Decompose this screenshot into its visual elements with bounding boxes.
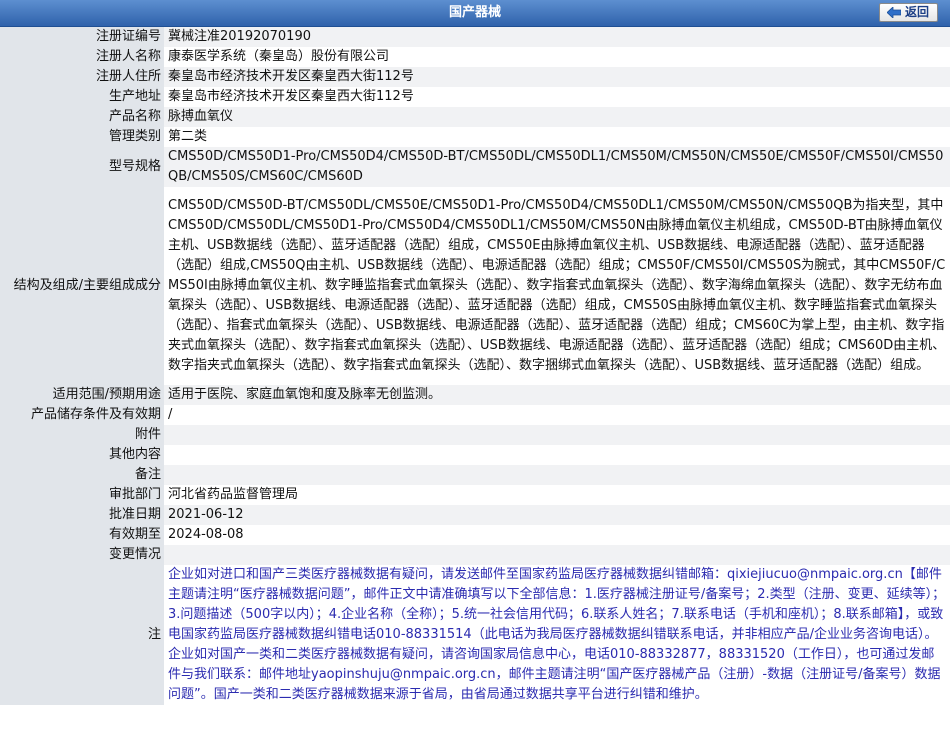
info-row: 适用范围/预期用途 适用于医院、家庭血氧饱和度及脉率无创监测。: [0, 385, 950, 405]
info-row: 生产地址 秦皇岛市经济技术开发区秦皇西大街112号: [0, 87, 950, 107]
field-value: /: [164, 405, 950, 425]
back-button-label: 返回: [905, 5, 930, 19]
info-row: 变更情况: [0, 545, 950, 565]
field-label: 管理类别: [0, 127, 164, 147]
field-label: 注册证编号: [0, 27, 164, 47]
back-arrow-icon: [887, 7, 901, 18]
field-label: 产品名称: [0, 107, 164, 127]
info-row: 有效期至 2024-08-08: [0, 525, 950, 545]
back-button[interactable]: 返回: [879, 3, 938, 22]
field-label: 批准日期: [0, 505, 164, 525]
field-label: 生产地址: [0, 87, 164, 107]
field-label: 产品储存条件及有效期: [0, 405, 164, 425]
field-value: 秦皇岛市经济技术开发区秦皇西大街112号: [164, 67, 950, 87]
device-info-rows: 注册证编号 冀械注准20192070190 注册人名称 康泰医学系统（秦皇岛）股份有限…: [0, 27, 950, 705]
info-row: 附件: [0, 425, 950, 445]
field-label: 注册人住所: [0, 67, 164, 87]
info-row: 型号规格 CMS50D/CMS50D1-Pro/CMS50D4/CMS50D-BT…: [0, 147, 950, 187]
info-row: 产品名称 脉搏血氧仪: [0, 107, 950, 127]
field-value: [164, 445, 950, 465]
field-value: [164, 425, 950, 445]
field-value: [164, 465, 950, 485]
field-label: 结构及组成/主要组成成分: [0, 187, 164, 385]
info-row: 注册人住所 秦皇岛市经济技术开发区秦皇西大街112号: [0, 67, 950, 87]
field-label: 注册人名称: [0, 47, 164, 67]
info-row: 注册证编号 冀械注准20192070190: [0, 27, 950, 47]
info-row: 注册人名称 康泰医学系统（秦皇岛）股份有限公司: [0, 47, 950, 67]
field-value: [164, 545, 950, 565]
info-row: 结构及组成/主要组成成分 CMS50D/CMS50D-BT/CMS50DL/CMS…: [0, 187, 950, 385]
field-value: 2024-08-08: [164, 525, 950, 545]
info-row: 备注: [0, 465, 950, 485]
page-title: 国产器械: [448, 5, 501, 20]
field-label: 有效期至: [0, 525, 164, 545]
field-label: 适用范围/预期用途: [0, 385, 164, 405]
field-label: 变更情况: [0, 545, 164, 565]
field-label: 型号规格: [0, 147, 164, 187]
field-value: 第二类: [164, 127, 950, 147]
field-label: 其他内容: [0, 445, 164, 465]
info-row: 产品储存条件及有效期 /: [0, 405, 950, 425]
field-value: CMS50D/CMS50D-BT/CMS50DL/CMS50E/CMS50D1-…: [164, 187, 950, 385]
field-label: 附件: [0, 425, 164, 445]
field-value: CMS50D/CMS50D1-Pro/CMS50D4/CMS50D-BT/CMS…: [164, 147, 950, 187]
field-value: 2021-06-12: [164, 505, 950, 525]
field-label: 审批部门: [0, 485, 164, 505]
info-row: 管理类别 第二类: [0, 127, 950, 147]
field-value: 适用于医院、家庭血氧饱和度及脉率无创监测。: [164, 385, 950, 405]
title-bar: 国产器械 返回: [0, 0, 950, 27]
field-value: 脉搏血氧仪: [164, 107, 950, 127]
field-value: 河北省药品监督管理局: [164, 485, 950, 505]
field-label: 备注: [0, 465, 164, 485]
notice-label: 注: [0, 565, 164, 705]
info-row: 其他内容: [0, 445, 950, 465]
field-value: 康泰医学系统（秦皇岛）股份有限公司: [164, 47, 950, 67]
device-info-table: 注册证编号 冀械注准20192070190 注册人名称 康泰医学系统（秦皇岛）股份有限…: [0, 27, 950, 705]
info-row: 批准日期 2021-06-12: [0, 505, 950, 525]
field-value: 冀械注准20192070190: [164, 27, 950, 47]
data-correction-notice: 企业如对进口和国产三类医疗器械数据有疑问，请发送邮件至国家药监局医疗器械数据纠错…: [164, 565, 950, 705]
notice-row: 注企业如对进口和国产三类医疗器械数据有疑问，请发送邮件至国家药监局医疗器械数据纠…: [0, 565, 950, 705]
field-value: 秦皇岛市经济技术开发区秦皇西大街112号: [164, 87, 950, 107]
info-row: 审批部门 河北省药品监督管理局: [0, 485, 950, 505]
